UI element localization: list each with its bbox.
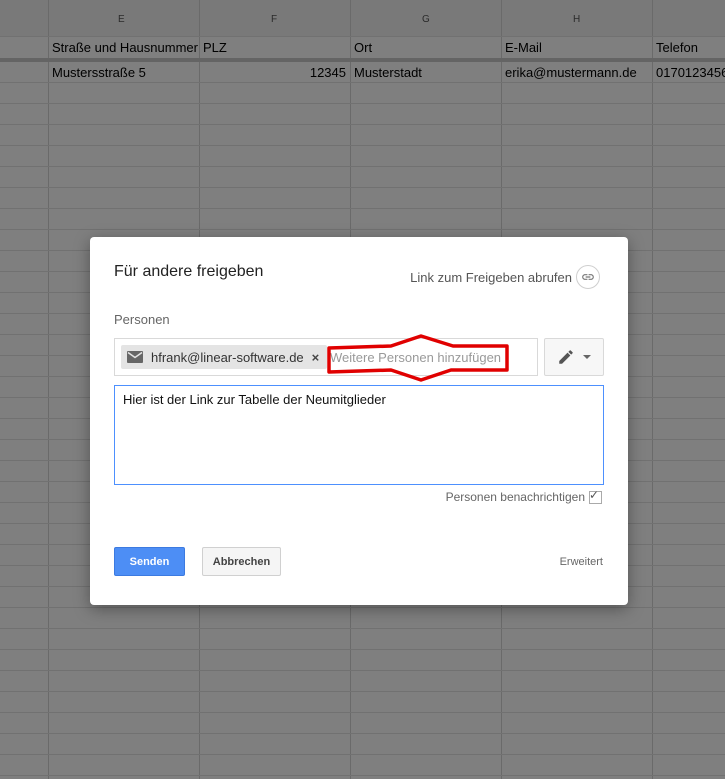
notify-people-label[interactable]: Personen benachrichtigen [446, 490, 585, 504]
notify-people-checkbox[interactable]: ✓ [589, 487, 602, 504]
advanced-link[interactable]: Erweitert [560, 556, 603, 568]
message-textarea[interactable]: Hier ist der Link zur Tabelle der Neumit… [114, 385, 604, 485]
share-dialog: Für andere freigeben Link zum Freigeben … [90, 237, 628, 605]
get-share-link-label[interactable]: Link zum Freigeben abrufen [410, 270, 572, 285]
chevron-down-icon [583, 355, 591, 359]
pencil-icon [559, 350, 573, 364]
people-input-box[interactable]: hfrank@linear-software.de × [114, 338, 538, 376]
add-people-input[interactable] [330, 347, 514, 367]
get-share-link[interactable]: Link zum Freigeben abrufen [410, 265, 600, 289]
notify-people-option[interactable]: Personen benachrichtigen ✓ [446, 487, 602, 504]
send-button[interactable]: Senden [114, 547, 185, 576]
checkmark-icon: ✓ [589, 487, 600, 502]
recipient-chip[interactable]: hfrank@linear-software.de × [121, 345, 328, 369]
cancel-button[interactable]: Abbrechen [202, 547, 281, 576]
mail-icon [127, 351, 143, 363]
link-icon[interactable] [576, 265, 600, 289]
dialog-title: Für andere freigeben [114, 263, 264, 280]
permission-dropdown-button[interactable] [544, 338, 604, 376]
remove-recipient-icon[interactable]: × [312, 350, 320, 365]
recipient-chip-email: hfrank@linear-software.de [151, 349, 304, 365]
people-label: Personen [114, 312, 170, 327]
